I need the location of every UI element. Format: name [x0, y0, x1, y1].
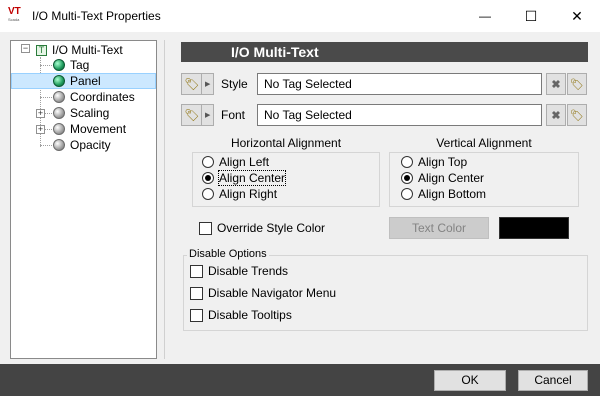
- splitter[interactable]: [164, 40, 165, 359]
- radio-align-right[interactable]: Align Right: [202, 187, 277, 201]
- tree-item-label: Opacity: [70, 138, 111, 152]
- checkbox-label: Disable Navigator Menu: [208, 286, 337, 300]
- radio-align-center-v[interactable]: Align Center: [401, 171, 484, 185]
- text-color-swatch[interactable]: [499, 217, 569, 239]
- radio-icon: [202, 156, 214, 168]
- radio-label: Align Bottom: [418, 187, 487, 201]
- app-logo: VT Scada: [8, 6, 21, 23]
- tree-item-tag[interactable]: Tag: [53, 57, 89, 73]
- arrow-right-icon: ▶: [201, 105, 213, 125]
- radio-icon: [401, 188, 413, 200]
- horizontal-alignment-title: Horizontal Alignment: [230, 136, 342, 150]
- tree-item-movement[interactable]: Movement: [53, 121, 126, 137]
- tree-item-label: Scaling: [70, 106, 110, 120]
- disable-tooltips-checkbox[interactable]: Disable Tooltips: [190, 308, 292, 322]
- radio-label: Align Right: [219, 187, 278, 201]
- tree-expand-icon[interactable]: +: [36, 125, 45, 134]
- checkbox-icon: [190, 286, 203, 300]
- gray-status-icon: [53, 107, 65, 119]
- checkbox-icon: [199, 221, 212, 235]
- gray-status-icon: [53, 123, 65, 135]
- disable-navigator-menu-checkbox[interactable]: Disable Navigator Menu: [190, 286, 336, 300]
- tree-item-label: Movement: [70, 122, 127, 136]
- radio-align-bottom[interactable]: Align Bottom: [401, 187, 486, 201]
- clear-icon: ✖: [551, 78, 561, 91]
- maximize-button[interactable]: ☐: [508, 0, 554, 32]
- gray-status-icon: [53, 139, 65, 151]
- window-title: I/O Multi-Text Properties: [32, 9, 161, 23]
- maximize-icon: ☐: [524, 7, 538, 24]
- tree-item-scaling[interactable]: Scaling: [53, 105, 109, 121]
- style-field[interactable]: No Tag Selected: [257, 73, 542, 95]
- tag-icon: 🏷: [184, 108, 200, 122]
- override-style-color-checkbox[interactable]: Override Style Color: [199, 221, 325, 235]
- tree-root-label: I/O Multi-Text: [52, 43, 123, 57]
- tag-search-icon: 🏷: [570, 109, 584, 122]
- radio-label: Align Top: [418, 155, 468, 169]
- tree-item-label: Panel: [70, 74, 101, 88]
- style-label: Style: [221, 77, 248, 91]
- dialog-footer: [0, 364, 600, 396]
- font-label: Font: [221, 108, 246, 122]
- green-status-icon: [53, 75, 65, 87]
- radio-label: Align Center: [217, 170, 287, 186]
- disable-trends-checkbox[interactable]: Disable Trends: [190, 264, 288, 278]
- tree-item-panel[interactable]: Panel: [11, 73, 156, 89]
- multi-text-icon: T: [36, 44, 47, 56]
- property-tree[interactable]: − T I/O Multi-Text Tag Panel Coordinates…: [10, 40, 157, 359]
- font-clear-button[interactable]: ✖: [546, 104, 566, 126]
- font-tag-button[interactable]: 🏷 ▶: [181, 104, 214, 126]
- minimize-icon: —: [479, 9, 491, 23]
- cancel-button[interactable]: Cancel: [518, 370, 588, 391]
- tree-item-coordinates[interactable]: Coordinates: [53, 89, 135, 105]
- radio-icon: [401, 156, 413, 168]
- vertical-alignment-title: Vertical Alignment: [436, 136, 532, 150]
- font-field[interactable]: No Tag Selected: [257, 104, 542, 126]
- checkbox-label: Override Style Color: [217, 221, 326, 235]
- close-icon: ✕: [571, 7, 583, 24]
- tree-item-label: Coordinates: [70, 90, 135, 104]
- style-tag-button[interactable]: 🏷 ▶: [181, 73, 214, 95]
- tree-line: [40, 145, 52, 146]
- tree-line: [45, 129, 52, 130]
- radio-selected-icon: [202, 172, 214, 184]
- radio-align-left[interactable]: Align Left: [202, 155, 269, 169]
- checkbox-icon: [190, 308, 203, 322]
- disable-options-title: Disable Options: [187, 248, 269, 260]
- style-browse-button[interactable]: 🏷: [567, 73, 587, 95]
- green-status-icon: [53, 59, 65, 71]
- radio-label: Align Left: [219, 155, 270, 169]
- checkbox-label: Disable Trends: [208, 264, 289, 278]
- radio-label: Align Center: [418, 171, 485, 185]
- tree-root[interactable]: T I/O Multi-Text: [36, 42, 123, 58]
- checkbox-icon: [190, 264, 203, 278]
- gray-status-icon: [53, 91, 65, 103]
- arrow-right-icon: ▶: [201, 74, 213, 94]
- tree-collapse-icon[interactable]: −: [21, 44, 30, 53]
- panel-header: I/O Multi-Text: [181, 42, 588, 62]
- radio-align-top[interactable]: Align Top: [401, 155, 467, 169]
- clear-icon: ✖: [551, 109, 561, 122]
- font-browse-button[interactable]: 🏷: [567, 104, 587, 126]
- text-color-button[interactable]: Text Color: [389, 217, 489, 239]
- close-button[interactable]: ✕: [554, 0, 600, 32]
- tree-line: [40, 65, 52, 66]
- tag-icon: 🏷: [184, 77, 200, 91]
- style-clear-button[interactable]: ✖: [546, 73, 566, 95]
- radio-selected-icon: [401, 172, 413, 184]
- checkbox-label: Disable Tooltips: [208, 308, 292, 322]
- radio-icon: [202, 188, 214, 200]
- tree-line: [45, 113, 52, 114]
- ok-button[interactable]: OK: [434, 370, 506, 391]
- tree-item-opacity[interactable]: Opacity: [53, 137, 111, 153]
- minimize-button[interactable]: —: [462, 0, 508, 32]
- title-bar: VT Scada I/O Multi-Text Properties — ☐ ✕: [0, 0, 600, 32]
- tag-search-icon: 🏷: [570, 78, 584, 91]
- tree-item-label: Tag: [70, 58, 90, 72]
- tree-expand-icon[interactable]: +: [36, 109, 45, 118]
- tree-line: [40, 97, 52, 98]
- radio-align-center-h[interactable]: Align Center: [202, 170, 287, 186]
